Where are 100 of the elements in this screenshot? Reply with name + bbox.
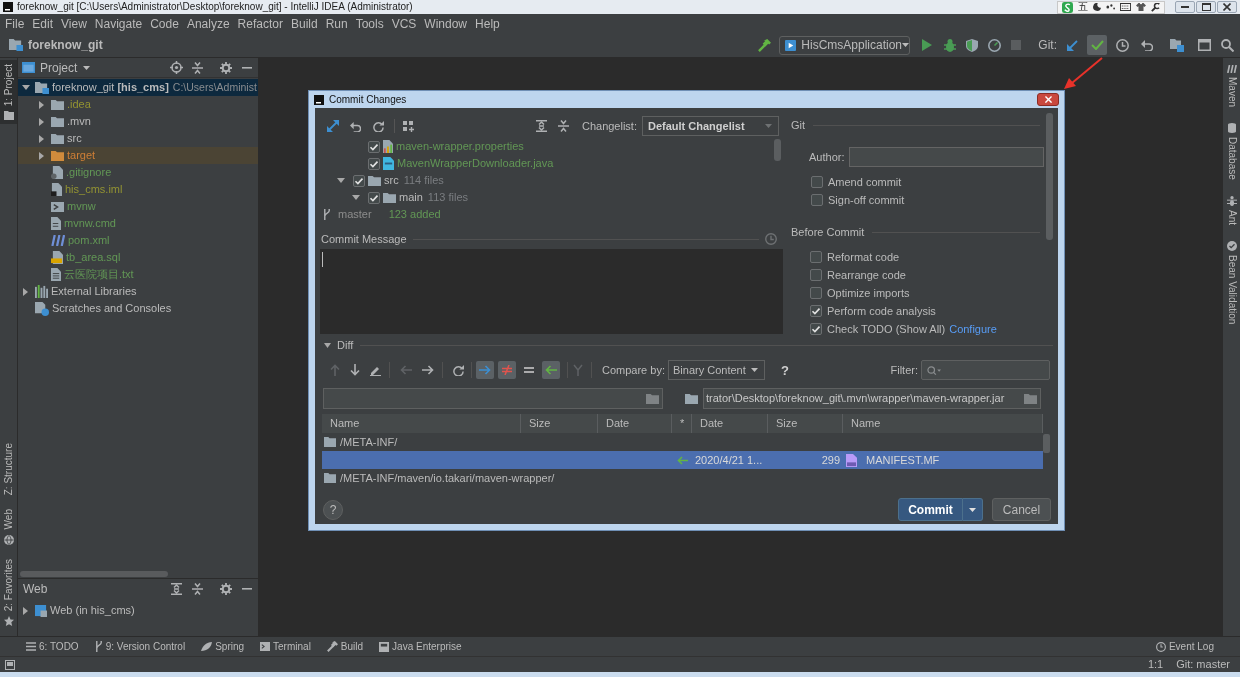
tree-item[interactable]: mvnw.cmd bbox=[51, 215, 116, 232]
folder-icon[interactable] bbox=[1024, 393, 1037, 404]
arrow-right-icon[interactable] bbox=[422, 365, 434, 375]
table-row[interactable]: /META-INF/maven/io.takari/maven-wrapper/ bbox=[322, 469, 1043, 487]
tool-window-tab[interactable]: Ant bbox=[1223, 193, 1240, 227]
tree-item[interactable]: Scratches and Consoles bbox=[35, 300, 172, 317]
tree-arrow-icon[interactable] bbox=[337, 178, 345, 183]
checkbox-label[interactable]: Check TODO (Show All) bbox=[827, 323, 946, 335]
path-field[interactable] bbox=[323, 388, 663, 409]
shirt-icon[interactable] bbox=[1136, 3, 1146, 11]
menu-item[interactable]: Run bbox=[325, 17, 348, 30]
menu-item[interactable]: View bbox=[61, 17, 87, 30]
checkbox[interactable] bbox=[811, 176, 823, 188]
tool-window-tab[interactable]: 1: Project bbox=[0, 60, 17, 125]
help-question-mark[interactable]: ? bbox=[781, 363, 789, 377]
tree-item[interactable]: tb_area.sql bbox=[51, 249, 121, 266]
menu-item[interactable]: Build bbox=[290, 17, 318, 30]
gauge-icon[interactable] bbox=[988, 38, 1002, 52]
tree-item[interactable]: src bbox=[384, 175, 399, 186]
close-button[interactable] bbox=[1037, 93, 1059, 106]
tree-arrow-icon[interactable] bbox=[352, 195, 360, 200]
scrollbar-thumb[interactable] bbox=[1046, 113, 1053, 240]
input-mode-label[interactable]: 五 bbox=[1078, 2, 1088, 12]
menu-item[interactable]: Code bbox=[150, 17, 179, 30]
checkbox-label[interactable]: Reformat code bbox=[827, 251, 900, 263]
tree-arrow-icon[interactable] bbox=[39, 134, 44, 143]
filter-toggle[interactable] bbox=[476, 361, 494, 379]
tool-window-tab[interactable]: 2: Favorites bbox=[0, 554, 17, 630]
menu-item[interactable]: File bbox=[5, 17, 25, 30]
tree-item[interactable]: target bbox=[18, 147, 258, 164]
collapse-all-icon[interactable] bbox=[192, 61, 203, 74]
arrow-down-icon[interactable] bbox=[350, 364, 360, 376]
settings-icon[interactable] bbox=[220, 583, 232, 595]
scrollbar-thumb[interactable] bbox=[1043, 434, 1050, 453]
refresh-icon[interactable] bbox=[453, 364, 464, 376]
s-logo-icon[interactable] bbox=[1062, 1, 1073, 13]
panel-toggle-icon[interactable] bbox=[5, 659, 15, 670]
checkbox-label[interactable]: Rearrange code bbox=[827, 269, 906, 281]
filter-toggle[interactable] bbox=[542, 361, 560, 379]
minimize-icon[interactable] bbox=[242, 66, 252, 69]
tree-item[interactable]: Web (in his_cms) bbox=[21, 602, 135, 619]
collapse-all-icon[interactable] bbox=[192, 583, 203, 595]
expand-all-icon[interactable] bbox=[535, 120, 547, 132]
menu-item[interactable]: Analyze bbox=[186, 17, 230, 30]
tree-item[interactable]: External Libraries bbox=[21, 283, 137, 300]
filter-toggle[interactable] bbox=[498, 361, 516, 379]
table-row[interactable]: /META-INF/ bbox=[322, 433, 1043, 451]
tree-arrow-icon[interactable] bbox=[39, 117, 44, 126]
column-header[interactable]: Size bbox=[521, 414, 598, 433]
tree-arrow-icon[interactable] bbox=[39, 151, 44, 160]
tool-window-tab[interactable]: Bean Validation bbox=[1223, 238, 1240, 327]
moon-icon[interactable] bbox=[1093, 3, 1101, 11]
tree-item[interactable]: pom.xml bbox=[51, 232, 110, 249]
tree-item[interactable]: .idea bbox=[37, 96, 91, 113]
tool-window-button[interactable]: 6: TODO bbox=[26, 641, 79, 652]
search-icon[interactable] bbox=[1221, 38, 1234, 52]
table-row[interactable]: 2020/4/21 1... 299 MANIFEST.MF bbox=[322, 451, 1043, 469]
compare-dropdown[interactable]: Binary Content bbox=[668, 360, 765, 380]
menu-item[interactable]: VCS bbox=[391, 17, 417, 30]
tool-window-button[interactable]: Java Enterprise bbox=[379, 641, 462, 652]
column-header[interactable]: Date bbox=[598, 414, 672, 433]
checkbox[interactable] bbox=[353, 174, 365, 187]
tree-item[interactable]: 云医院项目.txt bbox=[51, 266, 134, 283]
crosshair-icon[interactable] bbox=[170, 61, 183, 74]
run-icon[interactable] bbox=[922, 39, 933, 51]
tool-window-tab[interactable]: Z: Structure bbox=[0, 439, 17, 500]
section-arrow-icon[interactable] bbox=[324, 342, 331, 348]
folder-icon[interactable] bbox=[685, 393, 698, 404]
tool-window-tab[interactable]: Web bbox=[0, 505, 17, 549]
wrench-icon[interactable] bbox=[1151, 2, 1160, 12]
diagonal-arrows-icon[interactable] bbox=[327, 120, 339, 132]
tool-window-button[interactable]: Build bbox=[326, 641, 364, 652]
folder-icon[interactable] bbox=[646, 393, 659, 404]
help-button[interactable]: ? bbox=[323, 499, 343, 520]
checkbox[interactable] bbox=[810, 251, 822, 263]
tree-item[interactable]: main bbox=[399, 192, 423, 203]
column-header[interactable]: Name bbox=[843, 414, 1043, 433]
tool-window-button[interactable]: Terminal bbox=[260, 641, 311, 652]
menu-item[interactable]: Navigate bbox=[94, 17, 143, 30]
keyboard-icon[interactable] bbox=[1120, 3, 1131, 11]
collapse-all-icon[interactable] bbox=[557, 120, 569, 132]
column-header[interactable]: Size bbox=[768, 414, 843, 433]
tool-window-tab[interactable]: Maven bbox=[1223, 63, 1240, 109]
checkbox[interactable] bbox=[810, 323, 822, 335]
hammer-icon[interactable] bbox=[758, 38, 772, 52]
scrollbar-thumb[interactable] bbox=[774, 139, 781, 161]
path-field[interactable]: trator\Desktop\foreknow_git\.mvn\wrapper\maven-wrapper.jar bbox=[703, 388, 1041, 409]
tool-window-button[interactable]: 9: Version Control bbox=[94, 641, 186, 652]
window-icon[interactable] bbox=[1198, 39, 1211, 51]
tree-arrow-icon[interactable] bbox=[23, 287, 28, 296]
checkbox[interactable] bbox=[368, 191, 380, 204]
toolbar-button[interactable] bbox=[1087, 35, 1107, 55]
tool-window-button[interactable]: Event Log bbox=[1155, 641, 1214, 652]
shield-icon[interactable] bbox=[966, 38, 979, 52]
tree-item[interactable]: .gitignore bbox=[51, 164, 112, 181]
commit-button[interactable]: Commit bbox=[898, 498, 963, 521]
tool-window-tab[interactable]: Database bbox=[1223, 121, 1240, 182]
menu-item[interactable]: Help bbox=[475, 17, 500, 30]
tree-arrow-icon[interactable] bbox=[23, 606, 28, 615]
menu-item[interactable]: Refactor bbox=[237, 17, 283, 30]
